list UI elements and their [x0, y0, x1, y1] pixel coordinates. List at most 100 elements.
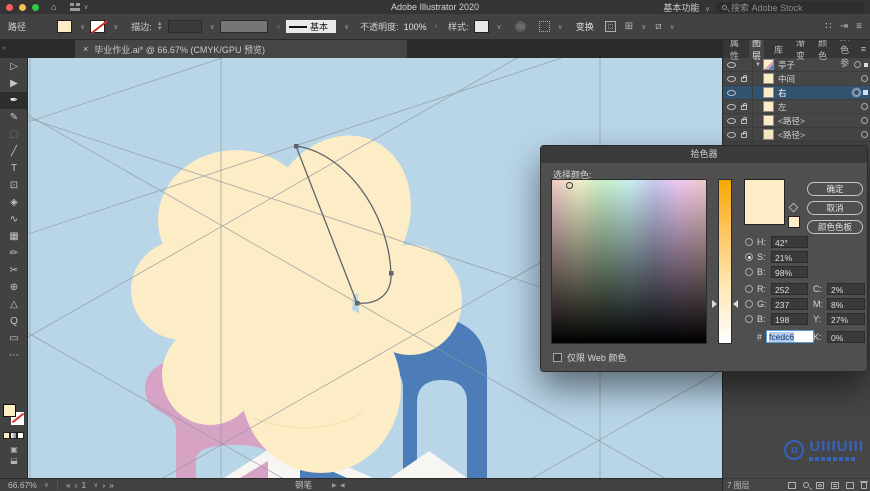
target-circle-icon[interactable] — [861, 103, 868, 110]
screen-mode-icon[interactable]: ⬓ — [10, 456, 18, 465]
chevron-down-icon[interactable]: ∨ — [113, 23, 118, 31]
value-s[interactable]: 21% — [771, 251, 808, 263]
target-circle-icon[interactable] — [861, 75, 868, 82]
close-tab-icon[interactable]: × — [83, 44, 88, 54]
artboard-tool[interactable]: ▭ — [0, 330, 28, 347]
radio-h[interactable] — [745, 238, 753, 246]
web-color-warning-icon[interactable] — [788, 202, 799, 213]
free-transform-tool[interactable]: ⊡ — [0, 177, 28, 194]
value-y[interactable]: 27% — [827, 313, 865, 325]
radio-s[interactable] — [745, 253, 753, 261]
visibility-eye-icon[interactable] — [727, 117, 736, 124]
make-mask-icon[interactable] — [816, 481, 824, 489]
slider-handle-right[interactable] — [733, 300, 738, 308]
web-safe-swatch[interactable] — [788, 216, 800, 228]
fill-color-swatch[interactable] — [57, 20, 73, 33]
lock-toggle[interactable] — [738, 117, 750, 124]
document-tab[interactable]: × 毕业作业.ai* @ 66.67% (CMYK/GPU 预览) — [75, 40, 407, 58]
value-k[interactable]: 0% — [827, 331, 865, 343]
layer-row-4[interactable]: <路径> — [723, 113, 870, 128]
direct-selection-tool[interactable]: ▶ — [0, 75, 28, 92]
eraser-tool[interactable]: ◈ — [0, 194, 28, 211]
layer-thumbnail[interactable] — [763, 59, 774, 70]
transform-button[interactable]: 变换 — [576, 20, 594, 33]
shape-builder-tool[interactable]: ⊕ — [0, 279, 28, 296]
panel-tab-1[interactable]: 图层 — [749, 38, 765, 61]
color-swatches-button[interactable]: 颜色色板 — [807, 220, 863, 234]
hex-input[interactable]: fcedc6 — [766, 330, 815, 343]
layer-row-2[interactable]: 右 — [723, 85, 870, 100]
stroke-style-dropdown[interactable]: 基本 — [285, 20, 336, 33]
prev-artboard-icon[interactable]: ‹ — [75, 480, 78, 490]
visibility-eye-icon[interactable] — [727, 131, 736, 138]
lasso-tool[interactable]: ∿ — [0, 211, 28, 228]
opacity-value[interactable]: 100% — [404, 22, 427, 32]
properties-grid-icon[interactable]: ∷ — [825, 21, 831, 32]
status-split-handles[interactable]: ▶ ◀ — [332, 482, 345, 489]
pen-tool[interactable]: ✒ — [0, 92, 28, 109]
curvature-tool[interactable]: ✎ — [0, 109, 28, 126]
visibility-eye-icon[interactable] — [727, 103, 736, 110]
shape-mode-icon[interactable]: ⧄ — [655, 21, 661, 32]
layer-thumbnail[interactable] — [763, 115, 774, 126]
color-field-marker[interactable] — [566, 182, 573, 189]
value-c[interactable]: 2% — [827, 283, 865, 295]
new-sublayer-icon[interactable] — [831, 481, 839, 489]
radio-b2[interactable] — [745, 315, 753, 323]
align-icon[interactable]: ⊞ — [625, 21, 633, 32]
panel-tab-2[interactable]: 库 — [771, 40, 786, 58]
anchor-point[interactable] — [355, 301, 360, 306]
type-tool[interactable]: T — [0, 160, 28, 177]
delete-layer-icon[interactable] — [860, 480, 868, 489]
lock-toggle[interactable] — [738, 131, 750, 138]
value-b2[interactable]: 198 — [771, 313, 808, 325]
selection-tool[interactable]: ▷ — [0, 58, 28, 75]
lock-toggle[interactable] — [738, 103, 750, 110]
chevron-down-icon[interactable]: ∨ — [641, 23, 646, 31]
chevron-down-icon[interactable]: ∨ — [558, 23, 563, 31]
anchor-point[interactable] — [294, 144, 299, 149]
radio-b[interactable] — [745, 268, 753, 276]
color-fill-icon[interactable] — [3, 432, 10, 439]
new-layer-icon[interactable] — [846, 481, 854, 489]
layer-thumbnail[interactable] — [763, 73, 774, 84]
graphic-style-swatch[interactable] — [473, 20, 489, 33]
zoom-tool[interactable]: Q — [0, 313, 28, 330]
chevron-down-icon[interactable]: ∨ — [93, 481, 98, 489]
layer-thumbnail[interactable] — [763, 87, 774, 98]
chevron-right-icon[interactable]: › — [435, 23, 437, 30]
lock-toggle[interactable] — [738, 75, 750, 82]
target-circle-icon[interactable] — [853, 89, 860, 96]
eyedropper-tool[interactable]: ✏ — [0, 245, 28, 262]
collect-export-icon[interactable] — [788, 481, 796, 489]
dock-panel-icon[interactable]: ⇥ — [840, 21, 848, 32]
dialog-title[interactable]: 拾色器 — [541, 146, 867, 163]
visibility-eye-icon[interactable] — [727, 89, 736, 96]
gradient-tool[interactable]: ▦ — [0, 228, 28, 245]
chevron-down-icon[interactable]: ∨ — [44, 481, 49, 489]
value-h[interactable]: 42° — [771, 236, 808, 248]
layer-row-1[interactable]: 中间 — [723, 71, 870, 86]
panel-menu-icon[interactable]: ≡ — [861, 44, 866, 54]
layer-row-5[interactable]: <路径> — [723, 127, 870, 142]
gradient-fill-icon[interactable] — [10, 432, 17, 439]
layer-thumbnail[interactable] — [763, 129, 774, 140]
width-profile-dropdown[interactable] — [219, 20, 268, 33]
artboard-number[interactable]: 1 — [82, 480, 87, 490]
pencil-tool[interactable]: ╱ — [0, 143, 28, 160]
stock-search-input[interactable]: 搜索 Adobe Stock — [716, 1, 864, 13]
panel-tab-0[interactable]: 属性 — [727, 38, 742, 61]
web-only-checkbox-row[interactable]: 仅限 Web 颜色 — [553, 351, 626, 364]
last-artboard-icon[interactable]: » — [109, 480, 114, 490]
first-artboard-icon[interactable]: « — [66, 480, 71, 490]
workspace-switcher[interactable]: 基本功能 ∨ — [663, 1, 710, 14]
none-fill-icon[interactable] — [17, 432, 24, 439]
collapse-left-icon[interactable]: » — [2, 45, 6, 52]
scissors-tool[interactable]: ✂ — [0, 262, 28, 279]
anchor-point[interactable] — [389, 271, 394, 276]
stroke-weight-input[interactable] — [167, 20, 202, 33]
target-circle-icon[interactable] — [854, 61, 861, 68]
panel-tab-3[interactable]: 渐变 — [793, 38, 808, 61]
radio-g[interactable] — [745, 300, 753, 308]
fill-indicator-swatch[interactable] — [3, 404, 16, 417]
